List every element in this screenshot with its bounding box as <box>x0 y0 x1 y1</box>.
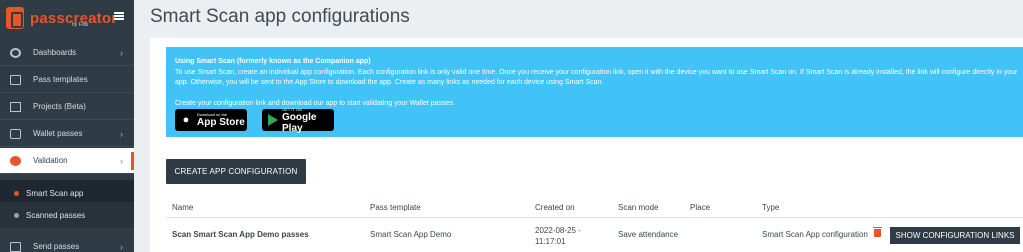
selected-dot-icon <box>14 190 19 196</box>
sidebar-item-wallet-passes[interactable]: Wallet passes › <box>0 121 134 147</box>
row-type: Smart Scan App configuration <box>762 230 868 239</box>
row-pass-template: Smart Scan App Demo <box>370 230 452 239</box>
sidebar-item-dashboards[interactable]: Dashboards › <box>0 40 134 66</box>
gauge-icon <box>10 47 21 58</box>
app-store-big: App Store <box>197 117 245 128</box>
create-app-configuration-button[interactable]: CREATE APP CONFIGURATION <box>166 159 306 184</box>
row-scan-mode: Save attendance <box>618 230 679 239</box>
apple-icon: ● <box>182 114 190 126</box>
chevron-right-icon: › <box>120 128 123 139</box>
sidebar-item-label: Validation <box>33 156 68 165</box>
wallet-icon <box>10 128 21 139</box>
passcreator-logo-icon <box>6 7 24 29</box>
chevron-right-icon: › <box>120 155 123 166</box>
sidebar-item-validation[interactable]: Validation › <box>0 148 134 174</box>
show-configuration-links-button[interactable]: SHOW CONFIGURATION LINKS <box>890 227 1020 244</box>
send-icon <box>10 241 21 252</box>
chevron-right-icon: › <box>120 47 123 58</box>
info-title: Using Smart Scan (formerly known as the … <box>175 58 371 65</box>
chevron-right-icon: › <box>120 241 123 252</box>
sidebar-subitem-label: Smart Scan app <box>26 188 84 198</box>
row-created-time: 11:17:01 <box>535 237 566 246</box>
sidebar-item-label: Wallet passes <box>33 129 83 138</box>
row-created-date: 2022-08-25 - <box>535 226 581 235</box>
dot-icon <box>14 212 19 218</box>
active-indicator <box>131 152 134 170</box>
page-title: Smart Scan app configurations <box>150 6 410 27</box>
column-header-scan-mode: Scan mode <box>618 203 659 212</box>
sidebar-item-label: Projects (Beta) <box>33 102 86 111</box>
globe-icon <box>10 155 21 166</box>
sidebar-item-label: Send passes <box>33 242 80 251</box>
grid-icon <box>10 101 21 112</box>
card-icon <box>10 74 21 85</box>
column-header-place: Place <box>690 203 711 212</box>
sidebar-item-send-passes[interactable]: Send passes › <box>0 234 134 252</box>
sidebar-subitem-scanned-passes[interactable]: Scanned passes <box>0 202 134 228</box>
table-divider <box>166 217 1023 218</box>
menu-toggle-icon[interactable] <box>114 12 124 20</box>
row-name: Scan Smart Scan App Demo passes <box>172 230 309 239</box>
app-store-button[interactable]: ● Download on the App Store <box>175 109 247 131</box>
column-header-name: Name <box>172 203 194 212</box>
sidebar-item-label: Dashboards <box>33 48 77 57</box>
sidebar: passcreator by Fobi Dashboards › Pass te… <box>0 0 134 252</box>
google-play-button[interactable]: GET IT ON Google Play <box>262 107 334 134</box>
google-play-icon <box>268 114 278 126</box>
brand-by: by Fobi <box>72 22 89 28</box>
trash-icon[interactable] <box>873 227 882 237</box>
column-header-pass-template: Pass template <box>370 203 421 212</box>
column-header-created-on: Created on <box>535 203 575 212</box>
row-created-on: 2022-08-25 - 11:17:01 <box>535 225 581 247</box>
google-play-big: Google Play <box>282 111 317 134</box>
sidebar-item-label: Pass templates <box>33 75 88 84</box>
sidebar-item-pass-templates[interactable]: Pass templates <box>0 67 134 93</box>
info-body: To use Smart Scan, create an individual … <box>175 69 1018 86</box>
sidebar-subitem-label: Scanned passes <box>26 210 86 220</box>
column-header-type: Type <box>762 203 780 212</box>
info-box: Using Smart Scan (formerly known as the … <box>166 47 1023 137</box>
sidebar-item-projects[interactable]: Projects (Beta) <box>0 94 134 120</box>
